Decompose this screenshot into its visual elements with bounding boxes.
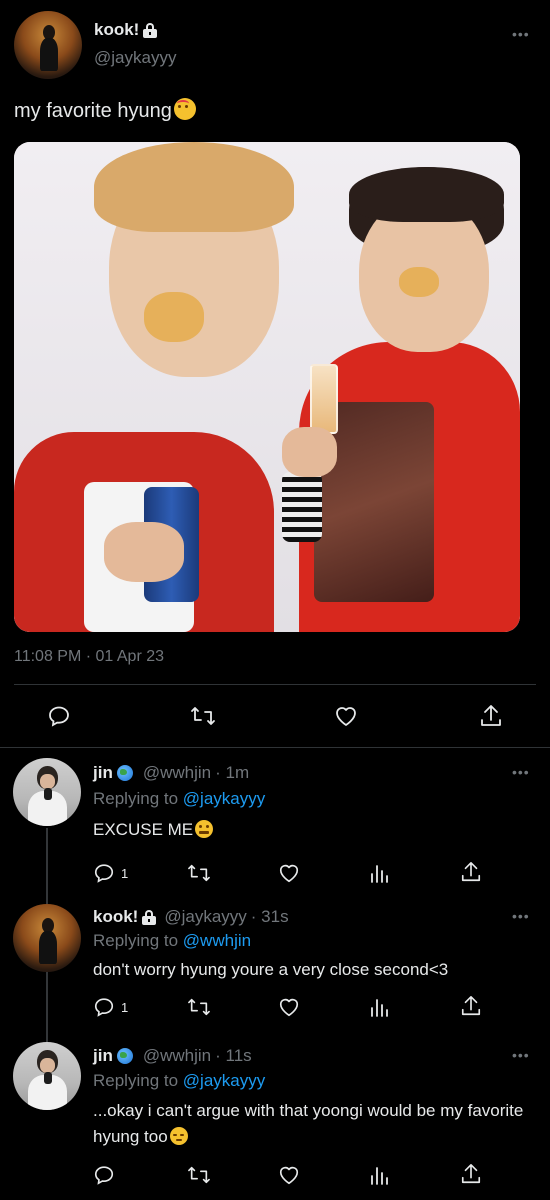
avatar-phone <box>44 1071 53 1085</box>
display-name[interactable]: kook! <box>93 907 138 927</box>
views-icon[interactable] <box>369 996 389 1018</box>
reply-icon[interactable]: 1 <box>93 862 128 884</box>
share-icon[interactable] <box>460 860 482 884</box>
globe-icon <box>116 765 133 781</box>
photo-chip-right <box>399 267 439 297</box>
thread-connector <box>46 828 48 904</box>
avatar[interactable] <box>14 11 82 79</box>
reply-icon[interactable]: 1 <box>93 996 128 1018</box>
author-handle[interactable]: @jaykayyy <box>94 48 176 68</box>
heart-icon[interactable] <box>277 996 301 1018</box>
more-icon[interactable]: ••• <box>512 26 530 42</box>
heart-icon[interactable] <box>277 1164 301 1186</box>
author-handle[interactable]: @jaykayyy <box>164 907 246 927</box>
author-name-row: kook! <box>94 20 158 40</box>
author-name-row: jin @wwhjin · 11s <box>93 1046 252 1066</box>
divider <box>14 684 536 685</box>
mention-link[interactable]: @jaykayyy <box>183 1071 265 1090</box>
display-name[interactable]: kook! <box>94 20 139 40</box>
share-icon[interactable] <box>479 703 503 729</box>
avatar[interactable] <box>13 904 81 972</box>
reply-count: 1 <box>121 999 129 1015</box>
avatar-figure <box>39 38 58 71</box>
reply-text: EXCUSE ME <box>93 817 214 843</box>
replying-label: Replying to <box>93 1071 179 1090</box>
tweet-photo[interactable] <box>14 142 520 632</box>
reply-text-content: ...okay i can't argue with that yoongi w… <box>93 1101 524 1146</box>
avatar-phone <box>44 787 53 801</box>
views-icon[interactable] <box>369 862 389 884</box>
pensive-face-icon <box>169 1127 188 1145</box>
replying-label: Replying to <box>93 789 179 808</box>
reply-text-content: EXCUSE ME <box>93 820 194 839</box>
photo-person-right-fringe <box>349 167 504 222</box>
photo-hand-right <box>282 427 337 477</box>
display-name[interactable]: jin <box>93 1046 113 1066</box>
photo-champagne-glass <box>310 364 338 434</box>
grimacing-face-icon <box>195 820 214 838</box>
photo-chip-left <box>144 292 204 342</box>
lock-icon <box>142 909 157 925</box>
photo-hand-left <box>104 522 184 582</box>
retweet-icon[interactable] <box>187 862 211 884</box>
replying-to: Replying to @jaykayyy <box>93 1071 265 1091</box>
share-icon[interactable] <box>460 994 482 1018</box>
author-name-row: kook! @jaykayyy · 31s <box>93 907 289 927</box>
tweet-text: my favorite hyung <box>14 98 196 123</box>
heart-icon[interactable] <box>333 704 359 728</box>
reply-text: ...okay i can't argue with that yoongi w… <box>93 1098 533 1150</box>
author-handle[interactable]: @wwhjin <box>143 1046 211 1066</box>
reply-icon[interactable] <box>47 704 71 728</box>
smiling-face-with-hearts-icon <box>173 98 196 120</box>
avatar[interactable] <box>13 758 81 826</box>
thread-connector <box>46 970 48 1042</box>
replying-to: Replying to @wwhjin <box>93 931 251 951</box>
more-icon[interactable]: ••• <box>512 1047 530 1063</box>
tweet-text-content: my favorite hyung <box>14 100 172 122</box>
heart-icon[interactable] <box>277 862 301 884</box>
reply-count: 1 <box>121 865 129 881</box>
retweet-icon[interactable] <box>187 996 211 1018</box>
views-icon[interactable] <box>369 1164 389 1186</box>
retweet-icon[interactable] <box>190 704 216 728</box>
replying-label: Replying to <box>93 931 179 950</box>
share-icon[interactable] <box>460 1162 482 1186</box>
globe-icon <box>116 1048 133 1064</box>
more-icon[interactable]: ••• <box>512 764 530 780</box>
reply-icon[interactable] <box>93 1164 115 1186</box>
replying-to: Replying to @jaykayyy <box>93 789 265 809</box>
tweet-timestamp[interactable]: 11:08 PM · 01 Apr 23 <box>14 648 164 666</box>
photo-striped-sleeve <box>282 472 322 542</box>
photo-person-left-hair <box>94 142 294 232</box>
reply-time[interactable]: · 31s <box>251 907 289 927</box>
reply-text: don't worry hyung youre a very close sec… <box>93 960 449 979</box>
mention-link[interactable]: @jaykayyy <box>183 789 265 808</box>
author-name-row: jin @wwhjin · 1m <box>93 763 249 783</box>
mention-link[interactable]: @wwhjin <box>183 931 251 950</box>
reply-time[interactable]: · 11s <box>215 1046 252 1066</box>
reply-time[interactable]: · 1m <box>215 763 249 783</box>
display-name[interactable]: jin <box>93 763 113 783</box>
author-handle[interactable]: @wwhjin <box>143 763 211 783</box>
avatar-figure <box>38 931 57 964</box>
retweet-icon[interactable] <box>187 1164 211 1186</box>
lock-icon <box>143 22 158 38</box>
divider <box>0 747 550 748</box>
avatar[interactable] <box>13 1042 81 1110</box>
more-icon[interactable]: ••• <box>512 908 530 924</box>
